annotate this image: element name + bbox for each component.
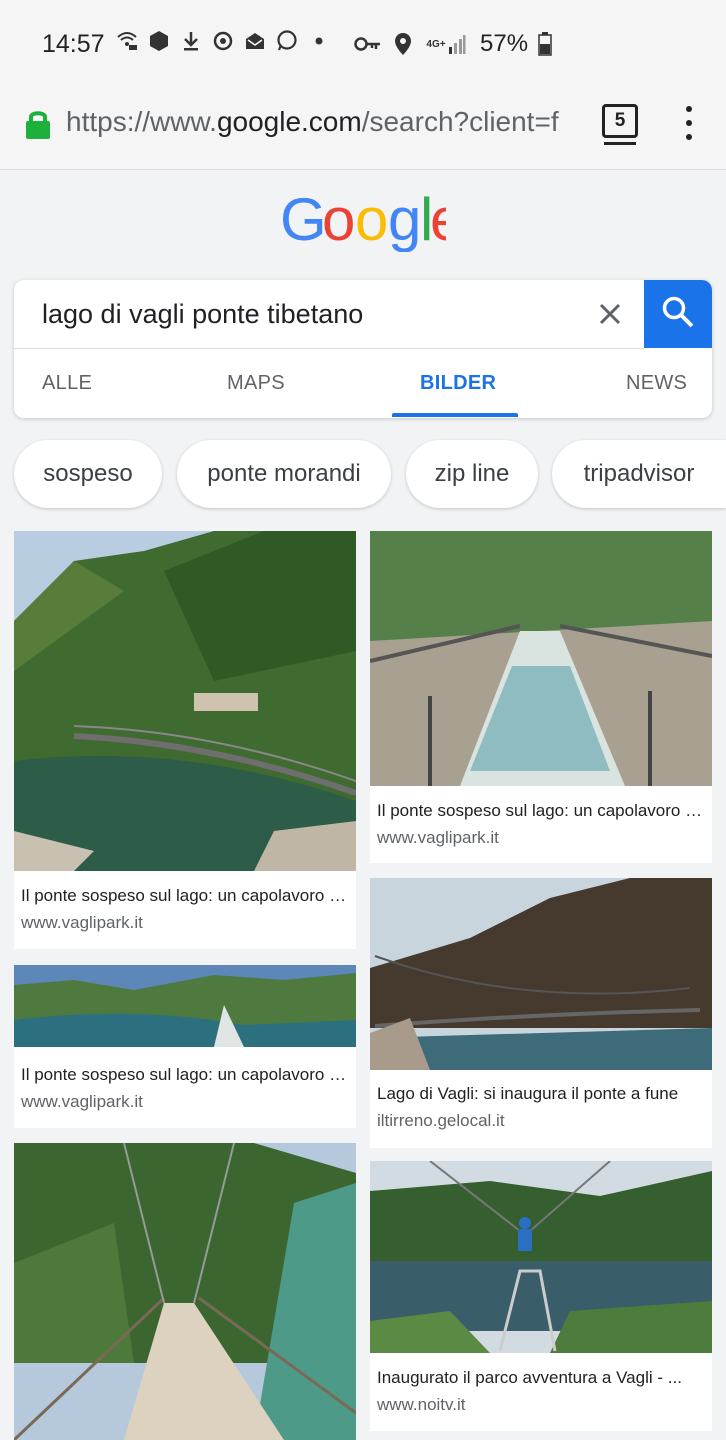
notification-icons bbox=[116, 30, 330, 52]
google-logo[interactable]: G o o g l e bbox=[0, 186, 726, 266]
result-source: www.vaglipark.it bbox=[21, 913, 143, 932]
result-thumbnail[interactable] bbox=[14, 531, 356, 871]
tab-switcher-underline bbox=[604, 142, 636, 145]
chip-zip-line[interactable]: zip line bbox=[406, 440, 538, 508]
url-scheme: https://www. bbox=[66, 106, 217, 137]
dot-icon bbox=[308, 30, 330, 52]
url-field[interactable]: https://www.google.com/search?client=f bbox=[66, 106, 578, 138]
whatsapp-icon bbox=[276, 30, 298, 52]
svg-text:g: g bbox=[388, 190, 419, 252]
tab-news[interactable]: NEWS bbox=[626, 372, 687, 395]
location-icon bbox=[392, 33, 414, 55]
key-icon bbox=[354, 33, 382, 55]
result-source: iltirreno.gelocal.it bbox=[377, 1111, 505, 1130]
vpn-hex-icon bbox=[148, 30, 170, 52]
svg-text:o: o bbox=[322, 190, 353, 252]
sync-icon bbox=[212, 30, 234, 52]
result-source: www.vaglipark.it bbox=[377, 828, 499, 847]
signal-icon: 4G+ bbox=[424, 33, 468, 55]
clear-icon[interactable] bbox=[596, 300, 624, 328]
result-title: Il ponte sospeso sul lago: un capolavoro… bbox=[377, 801, 703, 820]
svg-text:e: e bbox=[430, 190, 446, 252]
chip-tripadvisor[interactable]: tripadvisor bbox=[552, 440, 726, 508]
tab-alle[interactable]: ALLE bbox=[42, 372, 92, 395]
network-type-label: 4G+ bbox=[426, 38, 446, 50]
result-thumbnail[interactable] bbox=[370, 878, 712, 1070]
search-box: ALLE MAPS BILDER NEWS bbox=[14, 280, 712, 418]
tab-bilder[interactable]: BILDER bbox=[420, 372, 496, 395]
image-result[interactable]: Inaugurato il parco avventura a Vagli - … bbox=[370, 1161, 712, 1431]
chip-ponte-morandi[interactable]: ponte morandi bbox=[177, 440, 391, 508]
download-icon bbox=[180, 30, 202, 52]
active-tab-indicator bbox=[392, 413, 518, 417]
result-source: www.noitv.it bbox=[377, 1395, 466, 1414]
result-title: Il ponte sospeso sul lago: un capolavoro… bbox=[21, 886, 347, 905]
tab-switcher-button[interactable]: 5 bbox=[602, 104, 638, 138]
wifi-calling-icon bbox=[116, 30, 138, 52]
url-domain: google.com bbox=[216, 106, 362, 137]
image-result[interactable] bbox=[14, 1143, 356, 1440]
result-thumbnail[interactable] bbox=[14, 965, 356, 1047]
svg-text:G: G bbox=[280, 190, 325, 252]
result-thumbnail[interactable] bbox=[14, 1143, 356, 1440]
image-result[interactable]: Il ponte sospeso sul lago: un capolavoro… bbox=[14, 965, 356, 1128]
battery-icon bbox=[538, 32, 552, 56]
lock-icon[interactable] bbox=[24, 108, 52, 145]
search-input[interactable] bbox=[42, 296, 582, 332]
image-result[interactable]: Il ponte sospeso sul lago: un capolavoro… bbox=[370, 531, 712, 863]
status-time: 14:57 bbox=[42, 30, 105, 58]
result-title: Lago di Vagli: si inaugura il ponte a fu… bbox=[377, 1084, 679, 1103]
svg-text:o: o bbox=[355, 190, 386, 252]
result-source: www.vaglipark.it bbox=[21, 1092, 143, 1111]
search-divider bbox=[14, 348, 644, 349]
status-bar: 14:57 4G+ 57% bbox=[0, 0, 726, 90]
result-title: Inaugurato il parco avventura a Vagli - … bbox=[377, 1368, 682, 1387]
mail-icon bbox=[244, 30, 266, 52]
image-result[interactable]: Lago di Vagli: si inaugura il ponte a fu… bbox=[370, 878, 712, 1148]
search-icon bbox=[660, 294, 696, 335]
search-button[interactable] bbox=[644, 280, 712, 348]
battery-percent: 57% bbox=[480, 30, 529, 57]
url-path: /search?client=f bbox=[361, 106, 559, 137]
tab-maps[interactable]: MAPS bbox=[227, 372, 285, 395]
result-thumbnail[interactable] bbox=[370, 1161, 712, 1353]
result-thumbnail[interactable] bbox=[370, 531, 712, 786]
result-title: Il ponte sospeso sul lago: un capolavoro… bbox=[21, 1065, 347, 1084]
browser-toolbar: https://www.google.com/search?client=f 5 bbox=[0, 90, 726, 170]
system-icons: 4G+ 57% bbox=[354, 30, 552, 58]
chip-sospeso[interactable]: sospeso bbox=[14, 440, 162, 508]
image-result[interactable]: Il ponte sospeso sul lago: un capolavoro… bbox=[14, 531, 356, 949]
overflow-menu-button[interactable] bbox=[680, 106, 698, 140]
